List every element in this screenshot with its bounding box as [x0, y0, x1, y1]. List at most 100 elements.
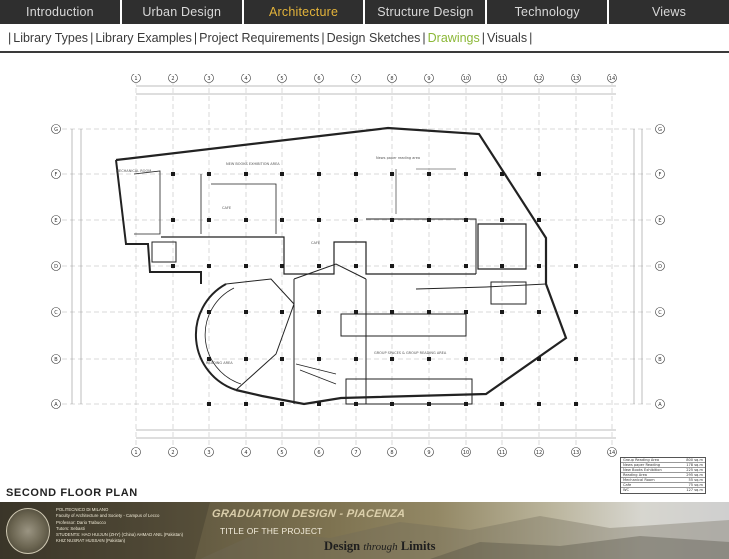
column — [390, 218, 394, 222]
grid-lines — [62, 80, 652, 446]
column — [280, 310, 284, 314]
subnav-project-requirements[interactable]: Project Requirements — [199, 31, 319, 45]
area-name: News paper Reading — [623, 463, 661, 467]
column — [354, 264, 358, 268]
area-value: 225 sq.m — [686, 468, 703, 472]
grid-marker-label: D — [658, 264, 662, 270]
subnav-library-types[interactable]: Library Types — [13, 31, 88, 45]
column — [500, 402, 504, 406]
grid-marker-label: 7 — [354, 76, 357, 82]
grid-marker-label: 10 — [463, 76, 469, 82]
column — [537, 264, 541, 268]
column — [537, 310, 541, 314]
tagline: Design through Limits — [324, 539, 436, 554]
column — [574, 402, 578, 406]
area-value: 127 sq.m — [686, 488, 703, 492]
column — [500, 264, 504, 268]
area-schedule-table: Group Reading Area 800 sq.m News paper Re… — [620, 457, 706, 494]
subnav-design-sketches[interactable]: Design Sketches — [327, 31, 421, 45]
separator: | — [481, 31, 486, 45]
subnav-visuals[interactable]: Visuals — [487, 31, 527, 45]
column — [427, 310, 431, 314]
column — [500, 172, 504, 176]
grid-marker-label: C — [658, 310, 662, 316]
grid-marker-label: 13 — [573, 76, 579, 82]
grid-marker-label: 5 — [280, 76, 283, 82]
column — [390, 402, 394, 406]
tab-technology[interactable]: Technology — [487, 0, 610, 24]
grid-marker-label: 11 — [499, 450, 505, 456]
column — [171, 172, 175, 176]
grid-marker-label: 7 — [354, 450, 357, 456]
grid-marker-label: B — [658, 357, 662, 363]
column — [317, 310, 321, 314]
sub-nav: | Library Types | Library Examples | Pro… — [6, 27, 534, 49]
area-name: Group Reading Area — [623, 458, 660, 462]
project-title: TITLE OF THE PROJECT — [220, 526, 323, 536]
column — [244, 402, 248, 406]
area-value: 55 sq.m — [688, 478, 703, 482]
column — [427, 218, 431, 222]
tab-introduction[interactable]: Introduction — [0, 0, 122, 24]
column — [574, 310, 578, 314]
grid-marker-label: A — [658, 402, 662, 408]
column — [207, 218, 211, 222]
tab-views[interactable]: Views — [609, 0, 729, 24]
grid-marker-label: G — [658, 127, 662, 133]
column — [537, 402, 541, 406]
grid-marker-label: 1 — [134, 76, 137, 82]
column — [244, 218, 248, 222]
svg-text:NEW BOOKS EXHIBITION AREA: NEW BOOKS EXHIBITION AREA — [226, 162, 280, 166]
column — [207, 310, 211, 314]
column — [354, 357, 358, 361]
grid-marker-label: E — [658, 218, 661, 224]
column — [390, 357, 394, 361]
grid-marker-label: F — [55, 172, 58, 178]
separator: | — [8, 31, 12, 45]
grid-marker-label: E — [54, 218, 57, 224]
area-name: New Books Exhibition — [623, 468, 662, 472]
column — [537, 357, 541, 361]
column — [317, 172, 321, 176]
column — [574, 357, 578, 361]
column — [464, 218, 468, 222]
grid-marker-label: 1 — [134, 450, 137, 456]
column — [280, 172, 284, 176]
area-name: Reading Area — [623, 473, 647, 477]
subnav-library-examples[interactable]: Library Examples — [95, 31, 192, 45]
area-value: 800 sq.m — [686, 458, 703, 462]
footer-banner: POLITECNICO DI MILANO Faculty of Archite… — [0, 502, 729, 559]
tagline-start: Design — [324, 539, 361, 553]
separator: | — [321, 31, 325, 45]
tab-architecture[interactable]: Architecture — [244, 0, 366, 24]
subnav-drawings[interactable]: Drawings — [428, 31, 480, 45]
column — [464, 264, 468, 268]
grid-marker-label: 14 — [609, 450, 615, 456]
tab-urban-design[interactable]: Urban Design — [122, 0, 244, 24]
credit-line: KHIZ NUSRAT HUSSAIN (Pakistan) — [56, 538, 126, 544]
graduation-design-title: GRADUATION DESIGN - PIACENZA — [211, 508, 407, 520]
separator: | — [529, 31, 533, 45]
svg-text:News paper reading area: News paper reading area — [376, 156, 420, 160]
column — [427, 172, 431, 176]
svg-text:CAFE: CAFE — [311, 241, 320, 245]
svg-text:READING AREA: READING AREA — [206, 361, 233, 365]
grid-marker-label: A — [54, 402, 58, 408]
column — [500, 218, 504, 222]
tagline-mid: through — [363, 541, 398, 553]
column — [464, 357, 468, 361]
column — [171, 264, 175, 268]
column — [280, 357, 284, 361]
column — [354, 172, 358, 176]
area-name: Cafe — [623, 483, 632, 487]
column — [537, 218, 541, 222]
column — [537, 172, 541, 176]
column — [317, 264, 321, 268]
column — [354, 402, 358, 406]
grid-marker-label: 6 — [317, 450, 320, 456]
area-value: 75 sq.m — [688, 483, 703, 487]
tab-structure-design[interactable]: Structure Design — [365, 0, 488, 24]
column — [244, 310, 248, 314]
grid-marker-label: 8 — [390, 76, 393, 82]
column — [317, 357, 321, 361]
